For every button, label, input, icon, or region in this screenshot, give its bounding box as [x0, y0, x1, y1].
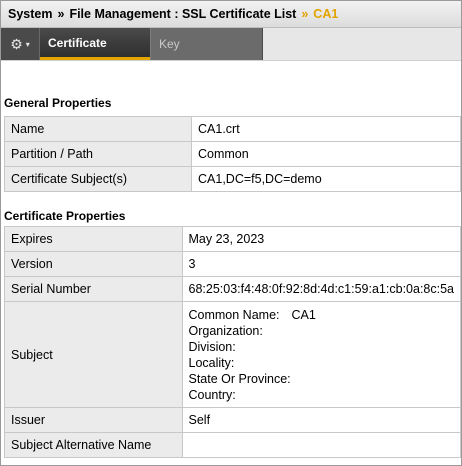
table-row: Expires May 23, 2023 [4, 226, 461, 252]
breadcrumb-current: CA1 [313, 7, 339, 21]
row-value: CA1.crt [191, 116, 461, 142]
tab-strip: ⚙ ▾ Certificate Key [1, 28, 263, 60]
issuer-value: Self [181, 407, 461, 433]
row-label: Version [4, 251, 183, 277]
breadcrumb-file-management[interactable]: File Management : SSL Certificate List [69, 7, 296, 21]
common-name-label: Common Name: [188, 307, 280, 322]
breadcrumb-separator: » [301, 7, 309, 21]
certificate-properties-table: Expires May 23, 2023 Version 3 Serial Nu… [4, 226, 461, 458]
row-label: Subject Alternative Name [4, 432, 183, 458]
row-label: Expires [4, 226, 183, 252]
gear-icon: ⚙ [10, 35, 23, 52]
subject-country: Country: [188, 387, 236, 402]
subject-division: Division: [188, 339, 236, 354]
page-frame: System » File Management : SSL Certifica… [0, 0, 462, 466]
table-row: Certificate Subject(s) CA1,DC=f5,DC=demo [4, 166, 461, 192]
row-value: May 23, 2023 [181, 226, 461, 252]
common-name-value: CA1 [291, 307, 316, 322]
subject-common-name: Common Name: CA1 [189, 307, 455, 323]
row-label: Name [4, 116, 192, 142]
breadcrumb-separator: » [57, 7, 65, 21]
row-label: Subject [4, 301, 183, 408]
subject-organization: Organization: [188, 323, 263, 338]
san-value [181, 432, 461, 458]
subject-state: State Or Province: [188, 371, 291, 386]
tab-bar: ⚙ ▾ Certificate Key [1, 28, 461, 61]
row-value: 3 [181, 251, 461, 277]
table-row: Serial Number 68:25:03:f4:48:0f:92:8d:4d… [4, 276, 461, 302]
row-value: CA1,DC=f5,DC=demo [191, 166, 461, 192]
table-row: Partition / Path Common [4, 141, 461, 167]
certificate-properties-title: Certificate Properties [4, 209, 126, 223]
chevron-down-icon: ▾ [25, 39, 30, 49]
table-row: Name CA1.crt [4, 116, 461, 142]
breadcrumb-system[interactable]: System [8, 7, 52, 21]
row-value: Common [191, 141, 461, 167]
table-row: Issuer Self [4, 407, 461, 433]
breadcrumb: System » File Management : SSL Certifica… [1, 1, 461, 28]
table-row: Subject Common Name: CA1 Organization: Di… [4, 301, 461, 408]
gear-menu-button[interactable]: ⚙ ▾ [1, 28, 40, 60]
general-properties-table: Name CA1.crt Partition / Path Common Cer… [4, 116, 461, 192]
row-label: Serial Number [4, 276, 183, 302]
general-properties-title: General Properties [4, 96, 112, 110]
tab-certificate[interactable]: Certificate [40, 28, 150, 60]
row-label: Certificate Subject(s) [4, 166, 192, 192]
row-label: Issuer [4, 407, 183, 433]
serial-number-value: 68:25:03:f4:48:0f:92:8d:4d:c1:59:a1:cb:0… [181, 276, 461, 302]
row-label: Partition / Path [4, 141, 192, 167]
subject-locality: Locality: [188, 355, 235, 370]
tab-key[interactable]: Key [150, 28, 262, 60]
table-row: Version 3 [4, 251, 461, 277]
subject-value: Common Name: CA1 Organization: Division: … [181, 301, 461, 408]
table-row: Subject Alternative Name [4, 432, 461, 458]
